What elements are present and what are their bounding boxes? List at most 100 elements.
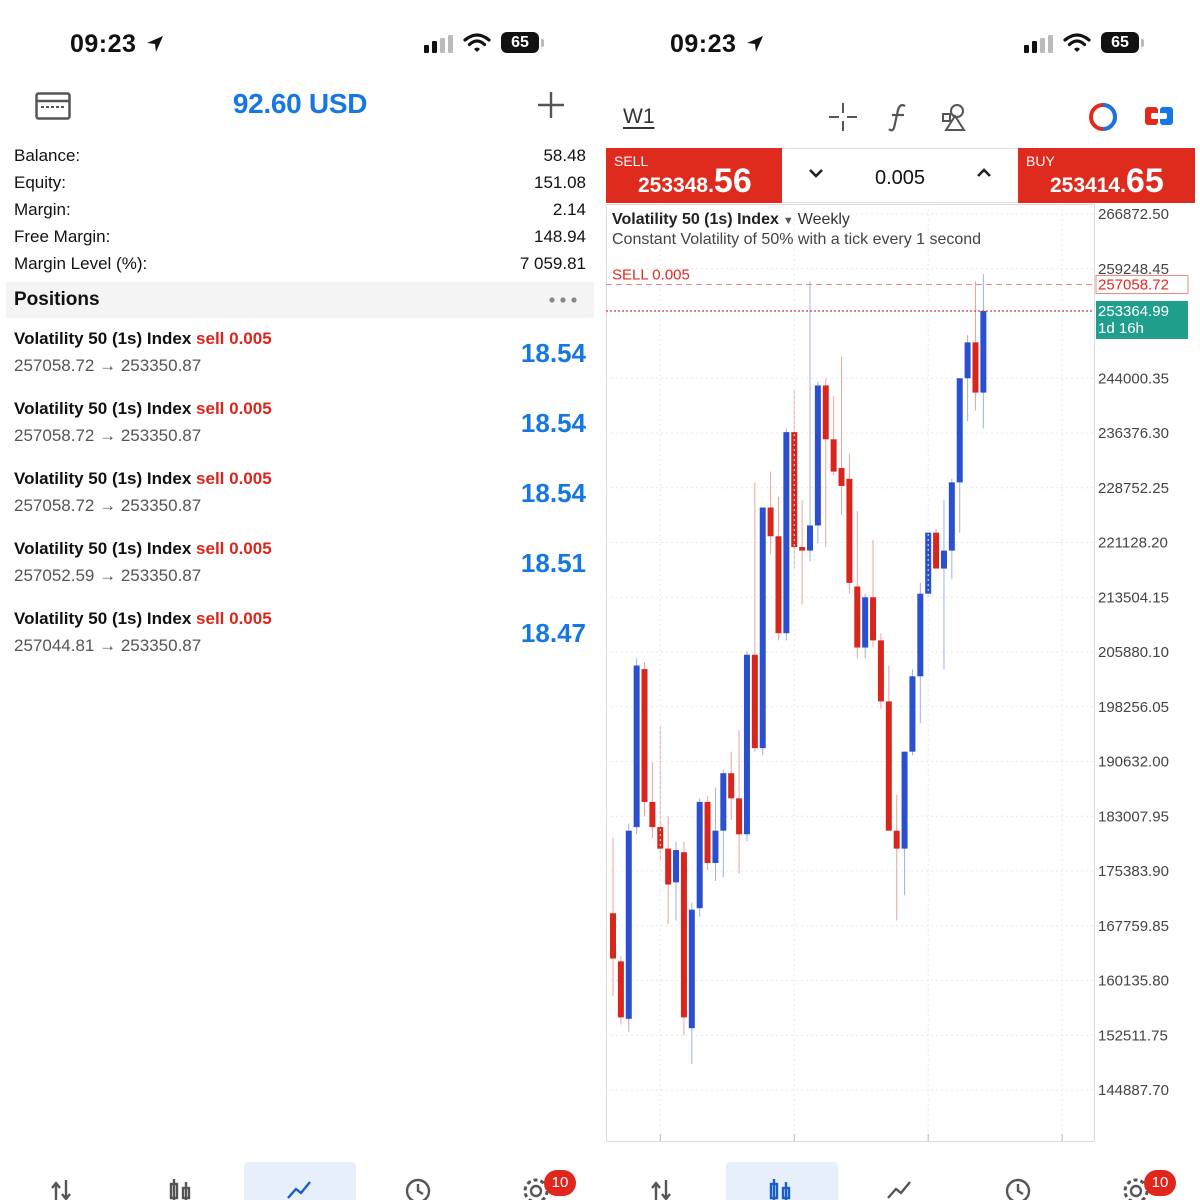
tab-quotes[interactable] <box>8 1162 120 1200</box>
chart-subtitle: Constant Volatility of 50% with a tick e… <box>612 231 982 248</box>
quotes-icon <box>651 1180 671 1200</box>
candle-body <box>696 801 703 909</box>
drawing-objects-icon[interactable] <box>942 102 970 132</box>
position-prices: 257058.72 → 253350.87 <box>14 426 202 445</box>
candle-body <box>720 773 727 831</box>
trade-panel-icon[interactable] <box>1144 104 1174 130</box>
tab-quotes[interactable] <box>608 1162 720 1200</box>
tab-history[interactable] <box>962 1162 1074 1200</box>
candle-body <box>712 830 719 863</box>
status-bar: 09:23 65 <box>0 28 600 62</box>
plus-icon[interactable] <box>536 90 566 120</box>
history-icon <box>405 1178 431 1200</box>
position-symbol: Volatility 50 (1s) Index sell 0.005 <box>14 609 272 628</box>
cellular-signal-icon <box>424 35 453 53</box>
y-tick-label: 213504.15 <box>1098 589 1169 606</box>
y-tick-label: 236376.30 <box>1098 425 1169 442</box>
tab-chart[interactable] <box>126 1162 238 1200</box>
candle-body <box>743 654 750 835</box>
candle-body <box>956 378 963 483</box>
status-time: 09:23 <box>70 30 137 58</box>
summary-label: Free Margin: <box>14 227 111 246</box>
candle-body <box>917 593 924 677</box>
trade-icon <box>887 1181 911 1199</box>
volume-increase-icon[interactable] <box>976 167 992 179</box>
quotes-icon <box>51 1180 71 1200</box>
y-tick-label: 221128.20 <box>1098 535 1168 552</box>
battery-indicator: 65 <box>501 32 539 53</box>
summary-label: Margin Level (%): <box>14 254 148 273</box>
crosshair-icon[interactable] <box>828 102 858 132</box>
candle-body <box>870 597 877 641</box>
cellular-signal-icon <box>1024 35 1053 53</box>
indicators-function-icon[interactable] <box>888 102 910 132</box>
one-click-trading-icon[interactable] <box>1088 102 1118 132</box>
candle-body <box>822 385 829 440</box>
position-item[interactable]: Volatility 50 (1s) Index sell 0.005 25704… <box>14 602 586 672</box>
position-item[interactable]: Volatility 50 (1s) Index sell 0.005 25705… <box>14 392 586 462</box>
more-options-icon[interactable] <box>548 296 578 304</box>
position-prices: 257052.59 → 253350.87 <box>14 566 202 585</box>
candle-body <box>625 830 632 1019</box>
position-prices: 257058.72 → 253350.87 <box>14 356 202 375</box>
position-item[interactable]: Volatility 50 (1s) Index sell 0.005 25705… <box>14 322 586 392</box>
position-symbol: Volatility 50 (1s) Index sell 0.005 <box>14 539 272 558</box>
price-chart[interactable]: 266872.50 259248.45 244000.35 236376.30 2287… <box>606 204 1195 1144</box>
position-profit: 18.51 <box>520 548 586 578</box>
history-icon <box>1005 1178 1031 1200</box>
y-tick-label: 160135.80 <box>1098 973 1169 990</box>
chart-title: Volatility 50 (1s) Index ▼ Weekly <box>612 211 850 228</box>
summary-value: 151.08 <box>534 173 586 192</box>
candle-body <box>877 640 884 702</box>
candle-body <box>948 482 955 551</box>
position-item[interactable]: Volatility 50 (1s) Index sell 0.005 25705… <box>14 462 586 532</box>
candle-body <box>909 676 916 752</box>
buy-price: 253414.65 <box>1050 162 1164 200</box>
position-line-label: SELL 0.005 <box>612 266 690 283</box>
candle-body <box>854 586 861 648</box>
status-bar: 09:23 65 <box>600 28 1200 62</box>
y-tick-label: 183007.95 <box>1098 808 1169 825</box>
summary-label: Balance: <box>14 146 81 165</box>
chart-toolbar: W1 <box>600 100 1200 134</box>
volume-stepper[interactable]: 0.005 <box>782 148 1018 203</box>
tab-trade[interactable] <box>844 1162 956 1200</box>
y-tick-label: 205880.10 <box>1098 644 1169 661</box>
timeframe-button[interactable]: W1 <box>623 105 655 129</box>
candle-body <box>649 801 656 828</box>
buy-button[interactable]: BUY 253414.65 <box>1018 148 1195 203</box>
sell-button[interactable]: SELL 253348.56 <box>606 148 782 203</box>
candle-body <box>783 432 790 634</box>
position-symbol: Volatility 50 (1s) Index sell 0.005 <box>14 329 272 348</box>
candle-body <box>980 311 987 393</box>
candle-body <box>838 468 845 486</box>
position-profit: 18.54 <box>520 478 586 508</box>
plot-frame <box>606 204 1095 1142</box>
x-tick-label: 13 Jul 2025 <box>1064 1143 1142 1144</box>
y-tick-label: 244000.35 <box>1098 370 1169 387</box>
position-item[interactable]: Volatility 50 (1s) Index sell 0.005 25705… <box>14 532 586 602</box>
candle-body <box>901 751 908 849</box>
battery-indicator: 65 <box>1101 32 1139 53</box>
candle-body <box>830 439 837 472</box>
battery-nub <box>541 39 544 47</box>
position-side: sell 0.005 <box>196 399 272 418</box>
summary-label: Equity: <box>14 173 66 192</box>
tab-history[interactable] <box>362 1162 474 1200</box>
status-time: 09:23 <box>670 30 737 58</box>
candlestick-chart[interactable]: 266872.50259248.45244000.35236376.302287… <box>606 204 1195 1144</box>
candle-body <box>807 525 813 551</box>
location-arrow-icon <box>147 36 163 52</box>
tab-chart[interactable] <box>726 1162 838 1200</box>
candle-body <box>617 961 624 1018</box>
candle-body <box>767 507 774 537</box>
y-tick-label: 190632.00 <box>1098 754 1169 771</box>
tab-trade[interactable] <box>244 1162 356 1200</box>
candle-body <box>688 909 695 1029</box>
candle-body <box>846 478 853 583</box>
battery-nub <box>1141 39 1144 47</box>
y-tick-label: 198256.05 <box>1098 699 1169 716</box>
current-price-label: 253364.99 <box>1098 303 1169 320</box>
candle-body <box>972 342 979 393</box>
account-summary: Balance: 58.48 Equity: 151.08 Margin: 2.14 Fre… <box>14 142 586 277</box>
